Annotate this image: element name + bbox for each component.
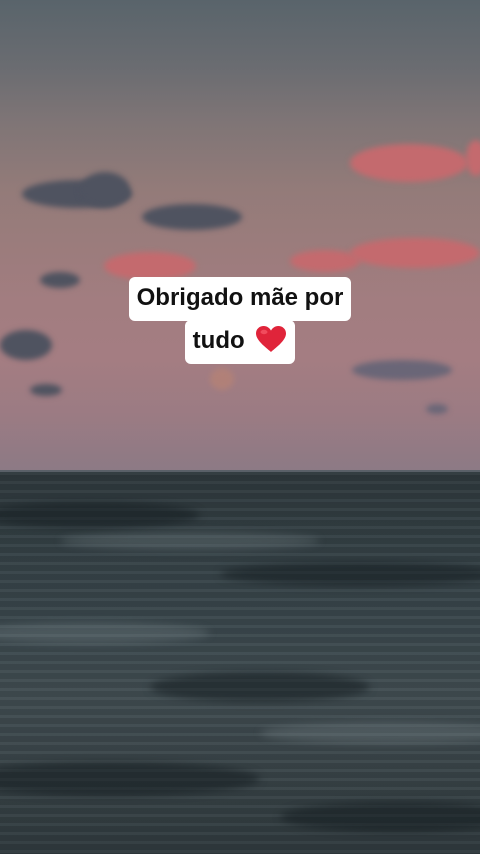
wave: [0, 762, 260, 796]
caption-text-1: Obrigado mãe por: [136, 284, 344, 311]
cloud: [426, 404, 448, 414]
ocean-waves: [0, 472, 480, 854]
cloud: [350, 238, 480, 268]
caption-line-2: tudo: [184, 320, 296, 364]
sunset-sky: [0, 0, 480, 472]
caption-overlay: Obrigado mãe por tudo: [0, 277, 480, 364]
setting-sun: [210, 368, 234, 390]
wave: [220, 562, 480, 586]
cloud: [350, 144, 468, 182]
wave: [0, 622, 210, 644]
caption-text-2: tudo: [192, 327, 245, 354]
wave: [280, 802, 480, 832]
cloud: [104, 252, 196, 280]
video-frame: Obrigado mãe por tudo: [0, 0, 480, 854]
caption-line-1: Obrigado mãe por: [128, 277, 352, 321]
wave: [260, 722, 480, 744]
cloud: [80, 172, 130, 208]
wave: [60, 532, 320, 550]
cloud: [142, 204, 242, 230]
wave: [0, 502, 200, 528]
heart-icon: [256, 326, 287, 352]
cloud: [466, 140, 480, 176]
wave: [150, 672, 370, 702]
cloud: [30, 384, 62, 396]
